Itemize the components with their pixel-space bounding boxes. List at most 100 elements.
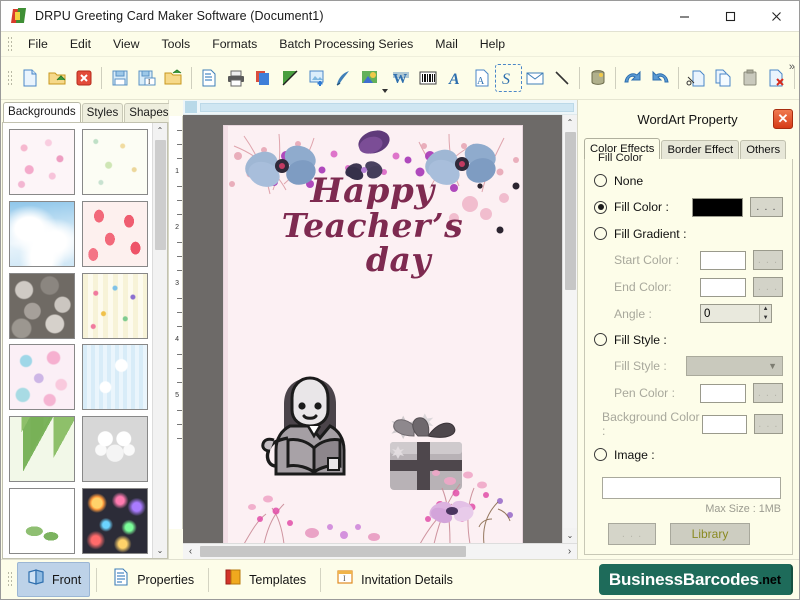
canvas-scroll-left-arrow-icon[interactable]: ‹ — [183, 546, 198, 557]
panel-close-button[interactable]: ✕ — [773, 109, 793, 129]
bottom-tab-templates[interactable]: Templates — [215, 563, 314, 596]
background-thumb-baby-doodle[interactable] — [82, 129, 148, 195]
option-row-fill-color[interactable]: Fill Color : . . . — [594, 197, 783, 217]
background-thumb-clouds[interactable] — [9, 201, 75, 267]
bottom-tab-invitation-details[interactable]: I Invitation Details — [327, 563, 461, 596]
scrollbar-track[interactable] — [153, 250, 167, 543]
text-box-icon[interactable]: A — [469, 65, 494, 91]
scroll-down-arrow-icon[interactable]: ⌄ — [153, 543, 167, 558]
angle-stepper[interactable]: ▲ ▼ — [700, 304, 772, 323]
option-row-image[interactable]: Image : — [594, 445, 783, 464]
tab-styles[interactable]: Styles — [82, 103, 124, 122]
start-color-swatch[interactable] — [700, 251, 746, 270]
wordart-icon[interactable]: W — [389, 65, 414, 91]
toolbar-overflow-button[interactable]: » — [789, 61, 795, 73]
image-browse-button[interactable]: . . . — [608, 523, 656, 545]
line-tool-icon[interactable] — [549, 65, 574, 91]
end-color-swatch[interactable] — [700, 278, 746, 297]
image-path-input[interactable] — [602, 477, 781, 499]
pen-color-browse-button[interactable]: . . . — [753, 383, 783, 403]
pen-color-swatch[interactable] — [700, 384, 746, 403]
radio-image[interactable] — [594, 448, 607, 461]
open-folder-icon[interactable] — [45, 65, 70, 91]
fill-color-swatch[interactable] — [692, 198, 743, 217]
background-thumb-pine-trees[interactable] — [9, 416, 75, 482]
angle-down-arrow-icon[interactable]: ▼ — [760, 314, 771, 323]
menu-item-tools[interactable]: Tools — [150, 34, 201, 54]
greeting-card[interactable]: Happy Teacher’s day — [223, 125, 523, 543]
export-folder-icon[interactable] — [161, 65, 186, 91]
radio-fill-gradient[interactable] — [594, 227, 607, 240]
tab-border-effect[interactable]: Border Effect — [661, 140, 739, 159]
new-document-icon[interactable] — [18, 65, 43, 91]
paste-icon[interactable] — [737, 65, 762, 91]
text-bold-a-icon[interactable]: A — [442, 65, 467, 91]
option-row-fill-gradient[interactable]: Fill Gradient : — [594, 224, 783, 243]
radio-fill-color[interactable] — [594, 201, 607, 214]
start-color-browse-button[interactable]: . . . — [753, 250, 783, 270]
save-as-icon[interactable]: I — [134, 65, 159, 91]
menu-grip-handle[interactable] — [7, 36, 12, 53]
menu-item-edit[interactable]: Edit — [59, 34, 102, 54]
layers-icon[interactable] — [250, 65, 275, 91]
undo-icon[interactable] — [621, 65, 646, 91]
background-thumb-floral-pastel[interactable] — [9, 344, 75, 410]
canvas-hscroll-thumb[interactable] — [200, 546, 466, 557]
tab-others[interactable]: Others — [740, 140, 786, 159]
horizontal-scroll-thumb-top[interactable] — [200, 103, 574, 112]
print-preview-icon[interactable] — [197, 65, 222, 91]
redo-icon[interactable] — [648, 65, 673, 91]
add-image-icon[interactable] — [304, 65, 329, 91]
angle-up-arrow-icon[interactable]: ▲ — [760, 305, 771, 314]
close-button[interactable] — [753, 1, 799, 31]
scrollbar-thumb[interactable] — [155, 140, 166, 250]
angle-spin-buttons[interactable]: ▲ ▼ — [759, 305, 771, 322]
star-shape-icon[interactable]: S — [496, 65, 521, 91]
design-canvas[interactable]: Happy Teacher’s day — [183, 115, 562, 543]
print-icon[interactable] — [224, 65, 249, 91]
angle-input[interactable] — [701, 308, 759, 320]
scroll-up-arrow-icon[interactable]: ⌃ — [153, 123, 167, 138]
menu-item-view[interactable]: View — [102, 34, 150, 54]
background-thumb-baby-pink[interactable] — [9, 129, 75, 195]
picture-gallery-icon[interactable] — [358, 65, 383, 91]
maximize-button[interactable] — [707, 1, 753, 31]
save-icon[interactable] — [107, 65, 132, 91]
feather-quill-icon[interactable] — [331, 65, 356, 91]
fill-color-browse-button[interactable]: . . . — [750, 197, 783, 217]
canvas-scroll-up-arrow-icon[interactable]: ⌃ — [563, 115, 577, 130]
bottom-tab-front[interactable]: Front — [17, 562, 90, 597]
barcode-icon[interactable] — [415, 65, 440, 91]
bottom-tab-properties[interactable]: Properties — [103, 563, 202, 596]
canvas-top-scrollbar[interactable] — [183, 100, 577, 115]
radio-none[interactable] — [594, 174, 607, 187]
gallery-dropdown-arrow-icon[interactable] — [382, 89, 388, 93]
background-thumb-snowflake[interactable] — [82, 344, 148, 410]
background-thumb-leaves[interactable] — [9, 488, 75, 554]
canvas-scroll-down-arrow-icon[interactable]: ⌄ — [563, 528, 577, 543]
canvas-hscroll-track[interactable] — [198, 545, 562, 558]
background-color-browse-button[interactable]: . . . — [754, 414, 783, 434]
canvas-horizontal-scrollbar[interactable]: ‹ › — [183, 543, 577, 559]
menu-item-file[interactable]: File — [17, 34, 59, 54]
bottombar-grip-handle[interactable] — [7, 571, 12, 588]
toolbar-grip-handle[interactable] — [7, 70, 12, 87]
canvas-vertical-scrollbar[interactable]: ⌃ ⌄ — [562, 115, 577, 543]
menu-item-batch-processing-series[interactable]: Batch Processing Series — [268, 34, 424, 54]
envelope-icon[interactable] — [523, 65, 548, 91]
fill-style-dropdown[interactable]: ▼ — [686, 356, 783, 376]
database-icon[interactable] — [585, 65, 610, 91]
library-button[interactable]: Library — [670, 523, 750, 545]
menu-item-mail[interactable]: Mail — [424, 34, 469, 54]
menu-item-help[interactable]: Help — [469, 34, 516, 54]
background-thumb-confetti[interactable] — [82, 273, 148, 339]
card-text-block[interactable]: Happy Teacher’s day — [224, 174, 522, 277]
tab-shapes[interactable]: Shapes — [124, 103, 173, 122]
close-document-icon[interactable] — [72, 65, 97, 91]
background-color-swatch[interactable] — [702, 415, 747, 434]
left-panel-scrollbar[interactable]: ⌃ ⌄ — [152, 123, 167, 558]
menu-item-formats[interactable]: Formats — [201, 34, 268, 54]
canvas-vscroll-track[interactable] — [563, 290, 577, 528]
copy-icon[interactable] — [710, 65, 735, 91]
background-thumb-stones[interactable] — [9, 273, 75, 339]
